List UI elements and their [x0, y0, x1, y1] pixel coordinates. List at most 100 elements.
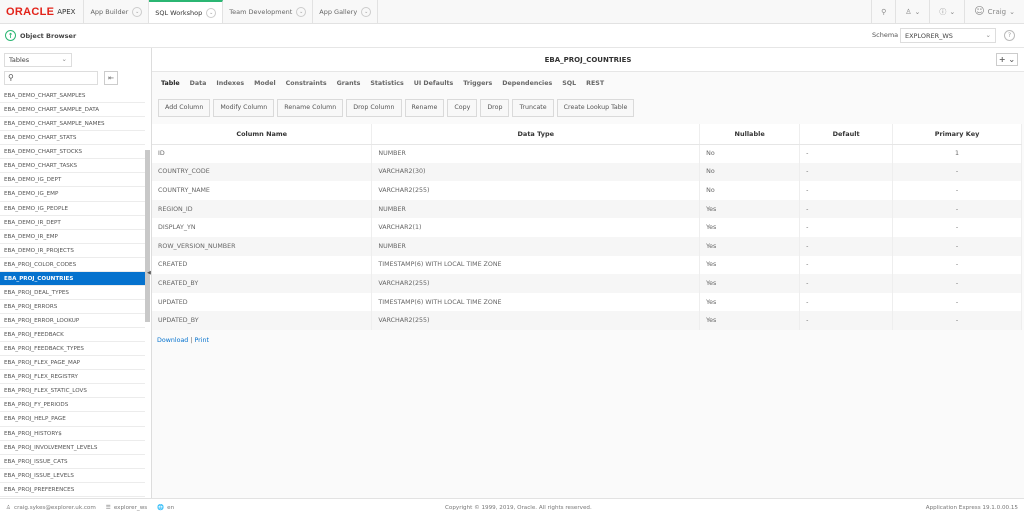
table-list-item[interactable]: EBA_PROJ_HISTORY$ — [0, 427, 145, 441]
search-button[interactable]: ⚲ — [871, 0, 895, 23]
table-list-item[interactable]: EBA_DEMO_IR_EMP — [0, 230, 145, 244]
nav-tab-app-gallery[interactable]: App Gallery ⌄ — [313, 0, 379, 23]
chevron-down-icon[interactable]: ⌄ — [361, 6, 372, 17]
main-panel: EBA_PROJ_COUNTRIES + ⌄ Table Data Indexes Mo… — [152, 48, 1024, 498]
table-cell: - — [799, 274, 894, 293]
search-icon: ⚲ — [8, 73, 14, 82]
table-list: EBA_DEMO_CHART_SAMPLES EBA_DEMO_CHART_SAM… — [0, 89, 145, 497]
table-list-item[interactable]: EBA_DEMO_IR_DEPT — [0, 216, 145, 230]
add-column-button[interactable]: Add Column — [158, 99, 211, 117]
column-header[interactable]: Default — [799, 124, 894, 145]
table-list-item[interactable]: EBA_DEMO_CHART_TASKS — [0, 159, 145, 174]
create-lookup-table-button[interactable]: Create Lookup Table — [556, 99, 635, 117]
chevron-down-icon[interactable]: ⌄ — [132, 6, 143, 17]
columns-table: Column Name Data Type Nullable Default Prima… — [152, 124, 1022, 330]
table-list-item[interactable]: EBA_PROJ_ISSUE_CATS — [0, 455, 145, 469]
table-list-item[interactable]: EBA_PROJ_FLEX_PAGE_MAP — [0, 356, 145, 371]
rename-button[interactable]: Rename — [404, 99, 445, 117]
table-list-item[interactable]: EBA_PROJ_FY_PERIODS — [0, 398, 145, 413]
schema-select[interactable]: EXPLORER_WS ⌄ — [900, 28, 996, 43]
table-cell: No — [699, 162, 801, 182]
column-header[interactable]: Data Type — [371, 124, 701, 145]
table-list-item[interactable]: EBA_DEMO_CHART_STATS — [0, 131, 145, 146]
table-row: UPDATED_BY VARCHAR2(255) Yes - - — [152, 311, 1022, 330]
tab-model[interactable]: Model — [249, 77, 281, 90]
table-cell: - — [799, 144, 894, 163]
table-list-item[interactable]: EBA_DEMO_IG_DEPT — [0, 173, 145, 188]
table-list-item[interactable]: EBA_PROJ_ERRORS — [0, 300, 145, 314]
tab-rest[interactable]: REST — [581, 77, 609, 90]
table-list-item[interactable]: EBA_PROJ_FEEDBACK_TYPES — [0, 342, 145, 357]
tab-data[interactable]: Data — [185, 77, 212, 90]
admin-menu[interactable]: ♙ ⌄ — [895, 0, 929, 23]
table-row: DISPLAY_YN VARCHAR2(1) Yes - - — [152, 218, 1022, 237]
object-type-value: Tables — [9, 56, 30, 64]
chevron-down-icon[interactable]: ⌄ — [206, 7, 217, 18]
chevron-down-icon[interactable]: ⌄ — [296, 6, 307, 17]
table-list-item[interactable]: EBA_PROJ_PREFERENCES — [0, 483, 145, 497]
copy-button[interactable]: Copy — [447, 99, 478, 117]
table-list-item[interactable]: EBA_PROJ_COLOR_CODES — [0, 258, 145, 272]
tab-indexes[interactable]: Indexes — [211, 77, 249, 90]
search-input[interactable]: ⚲ — [4, 71, 98, 85]
column-header[interactable]: Primary Key — [892, 124, 1022, 145]
help-menu[interactable]: ⓘ ⌄ — [929, 0, 964, 23]
table-list-item[interactable]: EBA_PROJ_DEAL_TYPES — [0, 286, 145, 300]
tab-ui-defaults[interactable]: UI Defaults — [409, 77, 459, 90]
table-list-item[interactable]: EBA_DEMO_IG_EMP — [0, 187, 145, 202]
table-cell: - — [892, 274, 1022, 293]
table-list-item[interactable]: EBA_PROJ_COUNTRIES — [0, 271, 145, 286]
column-header[interactable]: Nullable — [699, 124, 801, 145]
table-list-item[interactable]: EBA_DEMO_IG_PEOPLE — [0, 202, 145, 216]
table-cell: CREATED — [152, 255, 373, 275]
table-cell: UPDATED_BY — [152, 311, 373, 330]
object-browser-breadcrumb[interactable]: ↑ Object Browser — [5, 30, 76, 41]
tab-statistics[interactable]: Statistics — [365, 77, 408, 90]
user-name: Craig — [987, 7, 1007, 16]
table-list-item[interactable]: EBA_DEMO_CHART_SAMPLE_NAMES — [0, 117, 145, 132]
splitter-handle[interactable]: ◀ — [147, 270, 151, 276]
nav-tab-sql-workshop[interactable]: SQL Workshop ⌄ — [149, 0, 224, 23]
collapse-button[interactable]: ⇤ — [104, 71, 118, 85]
schema-label: Schema — [872, 31, 899, 39]
print-link[interactable]: Print — [194, 337, 209, 344]
create-menu-button[interactable]: + ⌄ — [996, 53, 1018, 66]
oracle-apex-logo[interactable]: ORACLE APEX — [0, 0, 85, 23]
download-link[interactable]: Download — [157, 337, 188, 344]
table-list-item[interactable]: EBA_DEMO_CHART_SAMPLE_DATA — [0, 103, 145, 118]
truncate-button[interactable]: Truncate — [512, 99, 554, 117]
table-list-item[interactable]: EBA_PROJ_INVOLVEMENT_LEVELS — [0, 441, 145, 455]
tab-dependencies[interactable]: Dependencies — [497, 77, 557, 90]
rename-column-button[interactable]: Rename Column — [277, 99, 344, 117]
drop-button[interactable]: Drop — [480, 99, 510, 117]
table-list-item[interactable]: EBA_PROJ_ISSUE_LEVELS — [0, 469, 145, 483]
drop-column-button[interactable]: Drop Column — [346, 99, 402, 117]
table-list-item[interactable]: EBA_PROJ_FEEDBACK — [0, 328, 145, 343]
table-list-item[interactable]: EBA_DEMO_CHART_SAMPLES — [0, 89, 145, 104]
table-list-item[interactable]: EBA_PROJ_FLEX_REGISTRY — [0, 370, 145, 385]
table-list-item[interactable]: EBA_PROJ_FLEX_STATIC_LOVS — [0, 384, 145, 399]
sub-header: ↑ Object Browser Schema EXPLORER_WS ⌄ ? — [0, 24, 1024, 48]
table-list-item[interactable]: EBA_DEMO_CHART_STOCKS — [0, 145, 145, 160]
table-list-item[interactable]: EBA_PROJ_HELP_PAGE — [0, 412, 145, 427]
help-icon[interactable]: ? — [1004, 30, 1015, 41]
user-menu[interactable]: ☺ Craig ⌄ — [964, 0, 1024, 23]
table-cell: TIMESTAMP(6) WITH LOCAL TIME ZONE — [371, 255, 701, 275]
modify-column-button[interactable]: Modify Column — [213, 99, 275, 117]
nav-tab-team-development[interactable]: Team Development ⌄ — [223, 0, 314, 23]
sidebar-scrollbar[interactable] — [145, 150, 150, 322]
tab-table[interactable]: Table — [156, 77, 185, 90]
tab-sql[interactable]: SQL — [557, 77, 581, 90]
report-links: Download | Print — [157, 337, 209, 344]
table-list-item[interactable]: EBA_DEMO_IR_PROJECTS — [0, 244, 145, 258]
tab-triggers[interactable]: Triggers — [458, 77, 497, 90]
column-header[interactable]: Column Name — [152, 124, 373, 145]
footer-language[interactable]: en — [167, 505, 174, 511]
tab-grants[interactable]: Grants — [332, 77, 366, 90]
object-type-select[interactable]: Tables ⌄ — [4, 53, 72, 67]
table-list-item[interactable]: EBA_PROJ_ERROR_LOOKUP — [0, 314, 145, 329]
tab-constraints[interactable]: Constraints — [281, 77, 332, 90]
nav-tab-app-builder[interactable]: App Builder ⌄ — [84, 0, 150, 23]
table-cell: - — [892, 311, 1022, 330]
object-tabs: Table Data Indexes Model Constraints Grants St… — [156, 77, 609, 90]
